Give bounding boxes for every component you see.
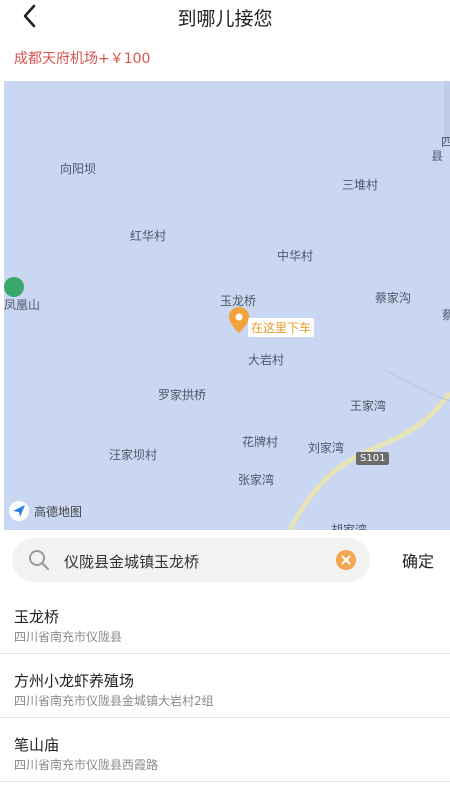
- location-pin-icon: [229, 307, 249, 333]
- place-address: 四川省南充市仪陇县金城镇大岩村2组: [14, 694, 214, 708]
- route-price: 成都天府机场+￥100: [14, 51, 151, 67]
- place-name: 玉龙桥: [14, 608, 60, 626]
- map-label: 红华村: [130, 229, 167, 243]
- map-label: 凤凰山: [4, 298, 41, 312]
- map-label: 汪家坝村: [109, 448, 158, 462]
- search-icon: [29, 550, 49, 570]
- page-title: 到哪儿接您: [177, 8, 273, 30]
- road-badge: S101: [356, 452, 390, 465]
- place-name: 笔山庙: [14, 736, 60, 754]
- map-label: 花牌村: [242, 435, 279, 449]
- place-address: 四川省南充市仪陇县西霞路: [14, 758, 159, 772]
- navigation-arrow-icon: [9, 501, 29, 521]
- header: 到哪儿接您: [0, 0, 450, 36]
- map-label: 蔡家沟: [375, 291, 412, 305]
- map-label: 王家湾: [350, 399, 387, 413]
- list-item[interactable]: 笔山庙 四川省南充市仪陇县西霞路: [0, 718, 450, 782]
- search-input[interactable]: [62, 538, 336, 584]
- map-label: 三堆村: [342, 178, 379, 192]
- map-label: 中华村: [277, 249, 314, 263]
- map-view[interactable]: 四 县 向阳坝 三堆村 红华村 中华村 凤凰山 玉龙桥 蔡家沟 蔡 在这里下车 …: [4, 81, 450, 530]
- place-address: 四川省南充市仪陇县: [14, 630, 123, 644]
- search-bar[interactable]: [12, 538, 370, 584]
- map-label: 胡家湾: [331, 523, 368, 530]
- map-label: 蔡: [442, 308, 450, 322]
- map-label: 刘家湾: [308, 441, 345, 455]
- list-item[interactable]: 方州小龙虾养殖场 四川省南充市仪陇县金城镇大岩村2组: [0, 654, 450, 718]
- map-label: 张家湾: [238, 473, 275, 487]
- map-label: 大岩村: [248, 353, 285, 367]
- place-name: 方州小龙虾养殖场: [14, 672, 135, 690]
- results-list: 玉龙桥 四川省南充市仪陇县 方州小龙虾养殖场 四川省南充市仪陇县金城镇大岩村2组…: [0, 590, 450, 782]
- list-item[interactable]: 玉龙桥 四川省南充市仪陇县: [0, 590, 450, 654]
- map-label: 向阳坝: [60, 162, 97, 176]
- confirm-button[interactable]: 确定: [388, 548, 448, 576]
- clear-icon[interactable]: [336, 550, 356, 570]
- logo-text: 高德地图: [34, 504, 83, 519]
- map-label: 罗家拱桥: [158, 388, 207, 402]
- drop-off-callout: 在这里下车: [248, 318, 315, 337]
- map-logo: 高德地图: [8, 500, 82, 522]
- map-label: 县: [431, 149, 444, 163]
- poi-marker-icon: [4, 277, 24, 297]
